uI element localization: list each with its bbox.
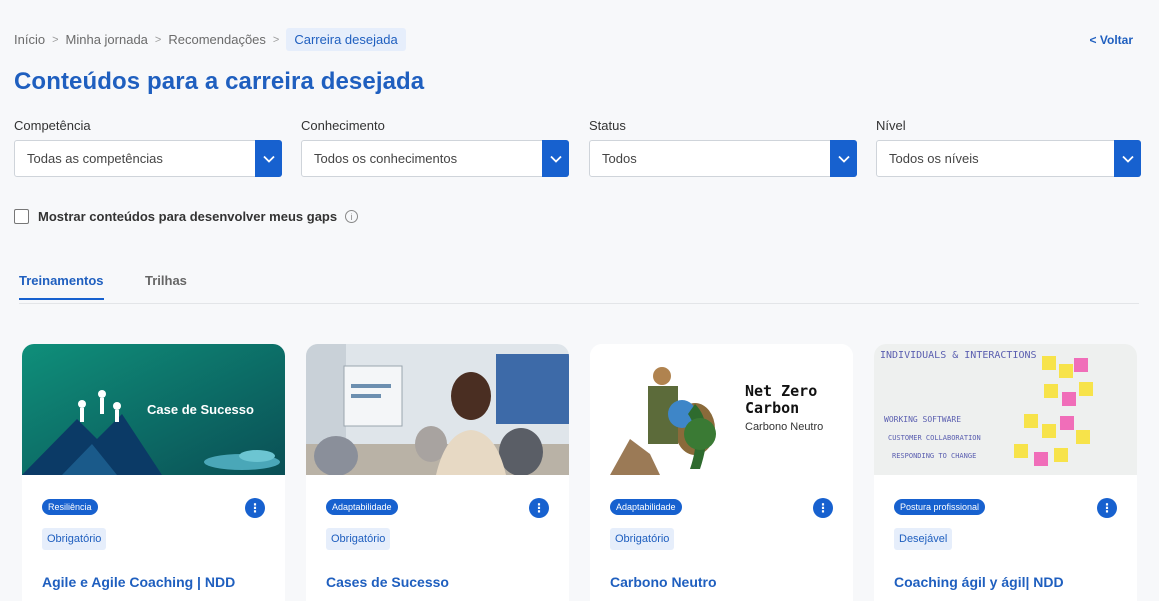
filter-label: Competência	[14, 118, 91, 133]
thumb-line: RESPONDING TO CHANGE	[892, 452, 976, 460]
requirement-badge: Obrigatório	[326, 528, 391, 550]
more-options-icon[interactable]: ⋮	[813, 498, 833, 518]
filter-label: Conhecimento	[301, 118, 385, 133]
card-title[interactable]: Agile e Agile Coaching | NDD	[42, 574, 235, 590]
competency-tag: Adaptabilidade	[610, 499, 682, 515]
info-icon[interactable]: i	[345, 210, 359, 223]
filter-competencia: Competência Todas as competências	[14, 118, 282, 177]
breadcrumb-item-jornada[interactable]: Minha jornada	[66, 32, 148, 47]
filter-label: Nível	[876, 118, 906, 133]
breadcrumb-separator: >	[272, 33, 280, 46]
thumb-caption: Case de Sucesso	[147, 402, 254, 417]
thumb-caption-line1: Net Zero	[745, 382, 817, 400]
training-card[interactable]: Case de Sucesso Resiliência ⋮ Obrigatóri…	[22, 344, 285, 601]
select-value: Todas as competências	[27, 151, 163, 166]
chevron-down-icon[interactable]	[542, 140, 569, 177]
training-card[interactable]: Adaptabilidade ⋮ Obrigatório Cases de Su…	[306, 344, 569, 601]
breadcrumb-current: Carreira desejada	[286, 28, 406, 51]
card-title[interactable]: Carbono Neutro	[610, 574, 717, 590]
gaps-label: Mostrar conteúdos para desenvolver meus …	[38, 209, 338, 224]
more-options-icon[interactable]: ⋮	[245, 498, 265, 518]
select-value: Todos	[602, 151, 637, 166]
card-thumbnail: Net Zero Carbon Carbono Neutro	[590, 344, 853, 475]
breadcrumb-item-recomendacoes[interactable]: Recomendações	[168, 32, 266, 47]
requirement-badge: Obrigatório	[610, 528, 675, 550]
tab-trilhas[interactable]: Trilhas	[145, 273, 187, 298]
nivel-select[interactable]: Todos os níveis	[876, 140, 1141, 177]
breadcrumb-separator: >	[52, 33, 59, 46]
more-options-icon[interactable]: ⋮	[1097, 498, 1117, 518]
status-select[interactable]: Todos	[589, 140, 857, 177]
breadcrumb: Início > Minha jornada > Recomendações >…	[14, 28, 406, 51]
page: Início > Minha jornada > Recomendações >…	[0, 0, 1159, 601]
competency-tag: Postura profissional	[894, 499, 986, 515]
card-thumbnail: Case de Sucesso	[22, 344, 285, 475]
chevron-down-icon[interactable]	[1114, 140, 1141, 177]
page-title: Conteúdos para a carreira desejada	[14, 68, 425, 95]
thumb-caption-line2: Carbon	[745, 399, 799, 417]
chevron-down-icon[interactable]	[830, 140, 857, 177]
back-link[interactable]: < Voltar	[1090, 33, 1133, 47]
thumb-line: CUSTOMER COLLABORATION	[888, 434, 981, 442]
thumb-caption: INDIVIDUALS & INTERACTIONS	[880, 350, 1037, 361]
gaps-toggle[interactable]: Mostrar conteúdos para desenvolver meus …	[14, 209, 359, 224]
filter-status: Status Todos	[589, 118, 857, 177]
select-value: Todos os níveis	[889, 151, 979, 166]
select-value: Todos os conhecimentos	[314, 151, 458, 166]
card-title[interactable]: Cases de Sucesso	[326, 574, 449, 590]
filter-nivel: Nível Todos os níveis	[876, 118, 1141, 177]
more-options-icon[interactable]: ⋮	[529, 498, 549, 518]
content-tabs: Treinamentos Trilhas	[19, 273, 1139, 304]
breadcrumb-item-inicio[interactable]: Início	[14, 32, 45, 47]
card-thumbnail: INDIVIDUALS & INTERACTIONS WORKING SOFTW…	[874, 344, 1137, 475]
thumb-line: WORKING SOFTWARE	[884, 415, 961, 424]
tab-treinamentos[interactable]: Treinamentos	[19, 273, 104, 300]
card-thumbnail	[306, 344, 569, 475]
breadcrumb-separator: >	[154, 33, 162, 46]
thumb-subcaption: Carbono Neutro	[745, 421, 823, 433]
training-card[interactable]: Net Zero Carbon Carbono Neutro Adaptabil…	[590, 344, 853, 601]
filter-conhecimento: Conhecimento Todos os conhecimentos	[301, 118, 569, 177]
training-card[interactable]: INDIVIDUALS & INTERACTIONS WORKING SOFTW…	[874, 344, 1137, 601]
conhecimento-select[interactable]: Todos os conhecimentos	[301, 140, 569, 177]
requirement-badge: Desejável	[894, 528, 953, 550]
competency-tag: Resiliência	[42, 499, 98, 515]
gaps-checkbox[interactable]	[14, 209, 29, 224]
filter-label: Status	[589, 118, 626, 133]
competency-tag: Adaptabilidade	[326, 499, 398, 515]
chevron-down-icon[interactable]	[255, 140, 282, 177]
competencia-select[interactable]: Todas as competências	[14, 140, 282, 177]
requirement-badge: Obrigatório	[42, 528, 107, 550]
card-title[interactable]: Coaching ágil y ágil| NDD	[894, 574, 1064, 590]
